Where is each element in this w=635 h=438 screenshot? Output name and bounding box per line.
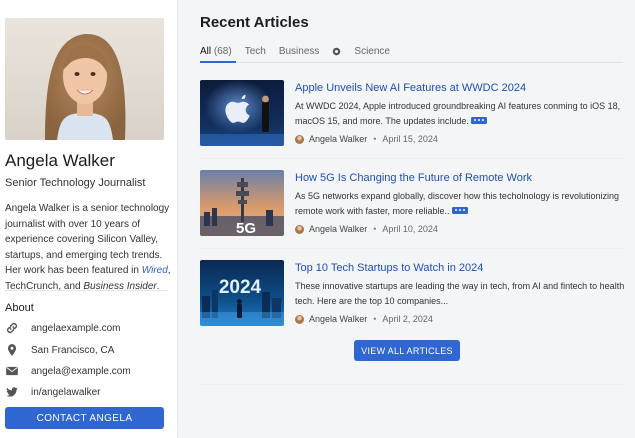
article-card[interactable]: 2024 Top 10 Tech Startups to Watch in 20… (200, 260, 630, 344)
meta-separator-dot: • (373, 224, 377, 234)
twitter-handle-link[interactable]: in/angelawalker (31, 387, 101, 398)
article-thumbnail[interactable]: 5G (200, 170, 284, 236)
article-title-link[interactable]: Top 10 Tech Startups to Watch in 2024 (295, 262, 483, 274)
article-date: April 2, 2024 (382, 314, 433, 324)
view-all-articles-button[interactable]: VIEW ALL ARTICLES (354, 340, 460, 361)
author-name: Angela Walker (5, 151, 115, 170)
email-link[interactable]: angela@example.com (31, 366, 131, 377)
category-tabs: All (68) Tech Business Science (200, 42, 403, 60)
tab-all-count: (68) (213, 45, 232, 57)
meta-separator-dot: • (373, 134, 377, 144)
article-date: April 15, 2024 (382, 134, 438, 144)
tab-business[interactable]: Business (279, 46, 320, 57)
author-avatar (295, 134, 304, 144)
panel-bottom-divider (200, 384, 623, 385)
tab-all-label: All (200, 45, 212, 57)
article-meta: Angela Walker • April 10, 2024 (295, 222, 438, 236)
articles-panel: Recent Articles All (68) Tech Business S… (180, 0, 635, 438)
link-icon (7, 323, 17, 333)
website-link[interactable]: angelaexample.com (31, 323, 121, 334)
active-tab-indicator (200, 61, 236, 63)
article-title-link[interactable]: Apple Unveils New AI Features at WWDC 20… (295, 82, 526, 94)
email-row[interactable]: angela@example.com (5, 362, 131, 380)
about-heading: About (5, 302, 34, 314)
profile-sidebar: Angela Walker Senior Technology Journali… (0, 0, 178, 438)
article-separator (200, 248, 623, 249)
article-thumbnail[interactable]: 2024 (200, 260, 284, 326)
section-title: Recent Articles (200, 14, 309, 31)
publication-link-wired[interactable]: Wired (142, 265, 168, 276)
article-excerpt-text: At WWDC 2024, Apple introduced groundbre… (295, 101, 621, 126)
article-author: Angela Walker (309, 314, 368, 324)
location-text: San Francisco, CA (31, 344, 115, 356)
author-photo (5, 18, 164, 140)
bio-separator: , (167, 265, 171, 277)
contact-button[interactable]: CONTACT ANGELA (5, 407, 164, 429)
tab-all[interactable]: All (68) (200, 46, 232, 57)
thumbnail-caption-2024: 2024 (219, 277, 262, 298)
author-avatar (295, 314, 304, 324)
article-meta: Angela Walker • April 15, 2024 (295, 132, 438, 146)
location-pin-icon (7, 344, 17, 356)
tabs-divider (200, 62, 623, 63)
read-more-icon[interactable] (470, 116, 487, 124)
location-row: San Francisco, CA (5, 341, 114, 359)
article-card[interactable]: Apple Unveils New AI Features at WWDC 20… (200, 80, 630, 164)
article-excerpt: These innovative startups are leading th… (295, 281, 625, 306)
atom-icon[interactable] (332, 47, 341, 56)
article-date: April 10, 2024 (382, 224, 438, 234)
article-excerpt: As 5G networks expand globally, discover… (295, 189, 625, 218)
article-separator (200, 158, 623, 159)
article-meta: Angela Walker • April 2, 2024 (295, 312, 433, 326)
author-bio: Angela Walker is a senior technology jou… (5, 201, 173, 295)
author-avatar (295, 224, 304, 234)
read-more-icon[interactable] (451, 206, 468, 214)
sidebar-divider (5, 290, 168, 291)
tab-tech[interactable]: Tech (245, 46, 266, 57)
article-author: Angela Walker (309, 224, 368, 234)
meta-separator-dot: • (373, 314, 377, 324)
article-card[interactable]: 5G How 5G Is Changing the Future of Remo… (200, 170, 630, 254)
article-excerpt: At WWDC 2024, Apple introduced groundbre… (295, 99, 625, 128)
tab-science[interactable]: Science (354, 46, 390, 57)
twitter-row[interactable]: in/angelawalker (5, 383, 101, 401)
mail-icon (6, 366, 18, 376)
twitter-bird-icon (6, 387, 18, 397)
article-thumbnail[interactable] (200, 80, 284, 146)
article-title-link[interactable]: How 5G Is Changing the Future of Remote … (295, 172, 532, 184)
thumbnail-caption-5g: 5G (236, 220, 256, 236)
website-row[interactable]: angelaexample.com (5, 319, 121, 337)
author-role: Senior Technology Journalist (5, 177, 146, 189)
article-author: Angela Walker (309, 134, 368, 144)
